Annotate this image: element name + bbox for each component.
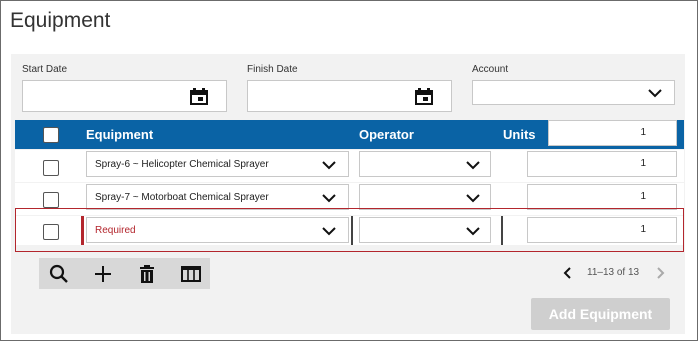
- plus-icon[interactable]: [93, 264, 113, 284]
- error-row-outline: [15, 208, 684, 252]
- columns-icon[interactable]: [181, 264, 201, 284]
- chevron-down-icon: [466, 194, 480, 203]
- chevron-down-icon: [322, 161, 336, 170]
- table-header: Equipment Operator Units 1: [15, 120, 684, 149]
- search-icon[interactable]: [49, 264, 69, 284]
- table-row: Spray-6 ~ Helicopter Chemical Sprayer 1: [15, 150, 684, 182]
- add-equipment-button[interactable]: Add Equipment: [531, 298, 670, 330]
- equipment-value: Spray-6 ~ Helicopter Chemical Sprayer: [95, 159, 269, 170]
- start-date-label: Start Date: [22, 64, 68, 75]
- trash-icon[interactable]: [137, 264, 157, 284]
- previous-page-icon[interactable]: [562, 267, 572, 279]
- operator-select[interactable]: [359, 184, 491, 210]
- table-toolbar: [39, 258, 210, 289]
- row-checkbox[interactable]: [43, 160, 59, 176]
- finish-date-field[interactable]: [247, 80, 452, 112]
- page-title: Equipment: [10, 9, 111, 32]
- calendar-icon[interactable]: [415, 88, 433, 105]
- account-select[interactable]: [472, 80, 675, 105]
- equipment-value: Spray-7 ~ Motorboat Chemical Sprayer: [95, 192, 269, 203]
- finish-date-label: Finish Date: [247, 64, 298, 75]
- equipment-column-header[interactable]: Equipment: [86, 127, 153, 142]
- chevron-down-icon: [322, 194, 336, 203]
- row-checkbox[interactable]: [43, 192, 59, 208]
- operator-select[interactable]: [359, 151, 491, 177]
- units-column-header[interactable]: Units: [503, 127, 536, 142]
- operator-column-header[interactable]: Operator: [359, 127, 414, 142]
- equipment-select[interactable]: Spray-7 ~ Motorboat Chemical Sprayer: [86, 184, 349, 210]
- units-input[interactable]: 1: [527, 184, 677, 210]
- select-all-checkbox[interactable]: [43, 127, 59, 143]
- account-label: Account: [472, 64, 509, 75]
- calendar-icon[interactable]: [190, 88, 208, 105]
- units-header-input[interactable]: 1: [548, 120, 677, 146]
- next-page-icon[interactable]: [656, 267, 666, 279]
- chevron-down-icon: [466, 161, 480, 170]
- start-date-field[interactable]: [22, 80, 227, 112]
- pagination-range: 11–13 of 13: [587, 267, 640, 278]
- units-input[interactable]: 1: [527, 151, 677, 177]
- equipment-select[interactable]: Spray-6 ~ Helicopter Chemical Sprayer: [86, 151, 349, 177]
- chevron-down-icon: [648, 89, 662, 98]
